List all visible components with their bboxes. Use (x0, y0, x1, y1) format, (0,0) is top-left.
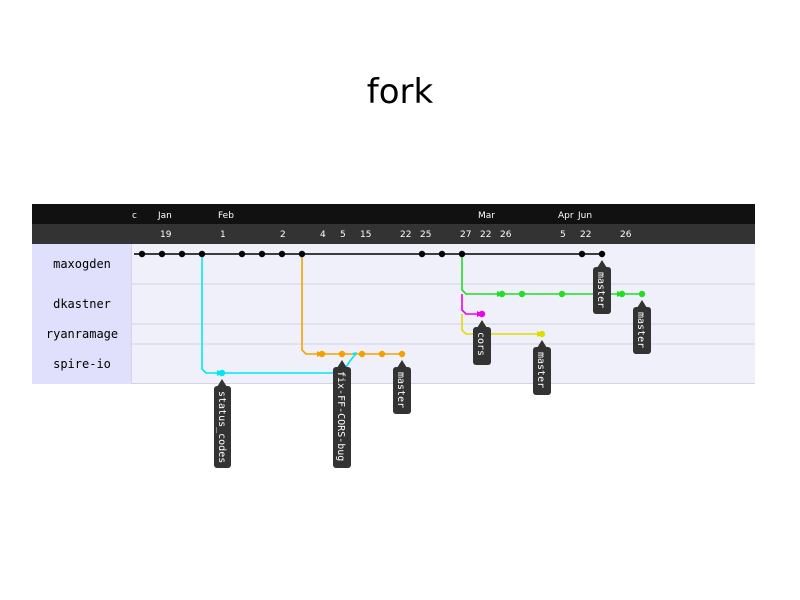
commit-dot[interactable] (338, 350, 346, 358)
commit-dot[interactable] (518, 290, 526, 298)
day-header-bar (32, 224, 755, 244)
tag-master-spire-io-label: master (395, 372, 406, 408)
header-c-label: c (132, 211, 137, 221)
commit-dot[interactable] (478, 310, 486, 318)
day-label: 22 (480, 230, 491, 240)
month-label: Feb (218, 211, 234, 221)
tag-cors-label: cors (475, 332, 486, 356)
commit-dot[interactable] (578, 250, 586, 258)
row-label-ryanramage: ryanramage (46, 327, 118, 341)
commit-dot[interactable] (558, 290, 566, 298)
month-label: Apr (558, 211, 574, 221)
tag-master-ryanramage-label: master (535, 352, 546, 388)
commit-dot[interactable] (438, 250, 446, 258)
day-label: 2 (280, 230, 286, 240)
day-label: 15 (360, 230, 371, 240)
commit-dot[interactable] (458, 250, 466, 258)
commit-dot[interactable] (398, 350, 406, 358)
commit-dot[interactable] (178, 250, 186, 258)
month-label: Jan (157, 211, 172, 221)
commit-dot[interactable] (278, 250, 286, 258)
commit-dot[interactable] (598, 250, 606, 258)
tag-fix-ff-cors-bug-label: fix-FF-CORS-bug (335, 371, 346, 461)
commit-dot[interactable] (358, 350, 366, 358)
commit-dot[interactable] (618, 290, 626, 298)
commit-dot[interactable] (498, 290, 506, 298)
row-label-maxogden: maxogden (53, 257, 111, 271)
tag-master-maxogden-label: master (595, 272, 606, 308)
tag-master-dkastner-label: master (635, 312, 646, 348)
tag-status-codes-label: status_codes (216, 391, 227, 463)
commit-dot[interactable] (138, 250, 146, 258)
day-label: 4 (320, 230, 326, 240)
commit-dot[interactable] (418, 250, 426, 258)
network-graph: maxogden dkastner ryanramage spire-io c … (32, 204, 755, 468)
day-label: 19 (160, 230, 172, 240)
day-label: 5 (340, 230, 346, 240)
commit-dot[interactable] (198, 250, 206, 258)
day-label: 25 (420, 230, 431, 240)
row-label-dkastner: dkastner (53, 297, 111, 311)
commit-dot[interactable] (638, 290, 646, 298)
day-label: 22 (400, 230, 411, 240)
commit-dot[interactable] (258, 250, 266, 258)
commit-dot[interactable] (538, 330, 546, 338)
commit-dot[interactable] (158, 250, 166, 258)
day-label: 27 (460, 230, 471, 240)
day-label: 5 (560, 230, 566, 240)
day-label: 1 (220, 230, 226, 240)
commit-dot[interactable] (318, 350, 326, 358)
row-bg-maxogden (32, 244, 755, 284)
month-header-bar (32, 204, 755, 224)
day-label: 26 (620, 230, 632, 240)
commit-dot[interactable] (238, 250, 246, 258)
commit-dot[interactable] (218, 369, 226, 377)
day-label: 26 (500, 230, 512, 240)
row-label-spire-io: spire-io (53, 357, 111, 371)
commit-dot[interactable] (378, 350, 386, 358)
month-label: Mar (478, 211, 495, 221)
commit-dot[interactable] (298, 250, 306, 258)
day-label: 22 (580, 230, 591, 240)
month-label: Jun (577, 211, 592, 221)
